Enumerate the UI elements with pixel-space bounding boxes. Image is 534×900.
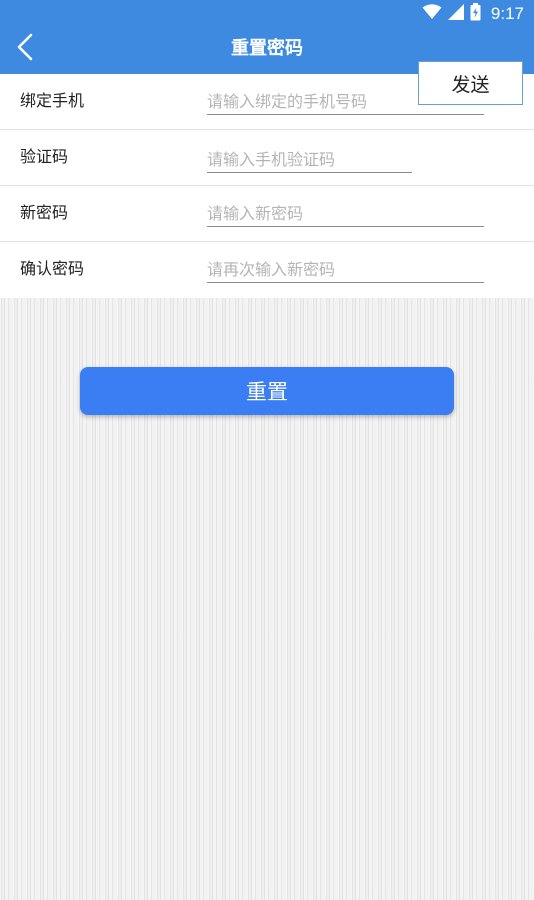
signal-icon	[447, 4, 464, 24]
new-password-row: 新密码	[0, 186, 534, 242]
confirm-password-label: 确认密码	[20, 259, 85, 278]
wifi-icon	[422, 4, 442, 24]
code-row: 验证码	[0, 130, 534, 186]
new-password-input[interactable]	[207, 200, 484, 227]
confirm-password-row: 确认密码	[0, 242, 534, 298]
phone-label: 绑定手机	[20, 91, 85, 110]
status-time: 9:17	[490, 4, 524, 23]
reset-button[interactable]: 重置	[80, 367, 454, 415]
page-title: 重置密码	[231, 38, 303, 59]
send-code-button[interactable]: 发送	[418, 61, 523, 105]
code-input[interactable]	[207, 146, 412, 173]
status-icons: 9:17	[422, 3, 524, 25]
battery-icon	[470, 3, 481, 25]
code-label: 验证码	[20, 147, 69, 166]
reset-password-form: 绑定手机 验证码 新密码 确认密码	[0, 74, 534, 298]
new-password-label: 新密码	[20, 203, 69, 222]
confirm-password-input[interactable]	[207, 256, 484, 283]
status-bar: 9:17	[0, 0, 534, 28]
